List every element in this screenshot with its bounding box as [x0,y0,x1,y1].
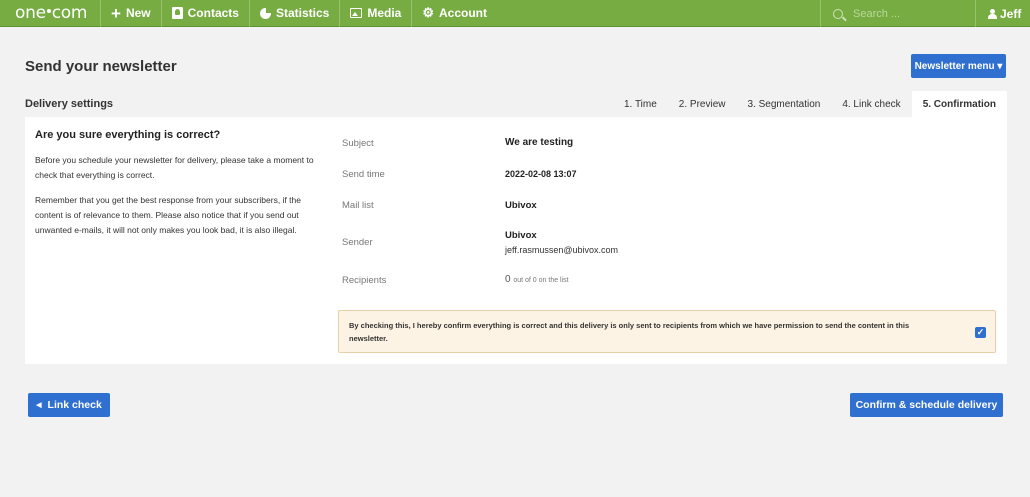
sender-email: jeff.rasmussen@ubivox.com [505,245,619,255]
confirmation-text: By checking this, I hereby confirm every… [349,321,910,343]
section-label: Delivery settings [25,98,114,110]
nav-label: Media [367,6,402,20]
subject-label: Subject [342,138,374,149]
tab-time[interactable]: 1. Time [613,91,668,117]
confirmation-notice: By checking this, I hereby confirm every… [338,310,996,353]
nav-media[interactable]: Media [339,0,411,27]
intro-paragraph: Before you schedule your newsletter for … [35,155,314,180]
tab-preview[interactable]: 2. Preview [668,91,737,117]
sender-name: Ubivox [505,230,537,241]
confirm-schedule-button[interactable]: Confirm & schedule delivery [850,393,1003,417]
user-icon [988,9,997,19]
arrow-left-icon: ◀ [36,402,42,409]
back-link-check-button[interactable]: ◀ Link check [28,393,110,417]
recipients-label: Recipients [342,275,387,286]
nav-label: Statistics [275,6,330,20]
user-menu[interactable]: Jeff [975,0,1030,27]
page-title: Send your newsletter [25,58,177,75]
nav-contacts[interactable]: Contacts [160,0,249,27]
brand-logo[interactable]: one com [0,0,100,27]
confirmation-panel: Are you sure everything is correct? Befo… [25,117,1007,364]
intro-heading: Are you sure everything is correct? [35,129,221,141]
account-icon: ⚙ [422,5,434,20]
recipients-value: 0 out of 0 on the list [505,274,569,285]
sender-label: Sender [342,237,373,248]
brand-text: one com [15,2,88,23]
contacts-icon [171,7,183,19]
search-input[interactable] [853,7,953,20]
top-nav-bar: one com + New Contacts Statistics Media ⚙ A… [0,0,1030,27]
media-icon [350,8,363,18]
tab-link-check[interactable]: 4. Link check [831,91,911,117]
confirm-checkbox[interactable]: ✓ [975,327,986,338]
mail-list-value: Ubivox [505,200,537,211]
nav-label: Contacts [187,6,239,20]
subject-value: We are testing [505,137,574,148]
intro-paragraph: Remember that you get the best response … [35,195,301,235]
send-time-value: 2022-02-08 13:07 [505,169,577,179]
recipients-total: out of 0 on the list [513,277,569,284]
mail-list-label: Mail list [342,200,374,211]
checkmark-icon: ✓ [976,327,985,337]
nav-account[interactable]: ⚙ Account [411,0,497,27]
back-label: Link check [47,399,102,411]
search-icon [833,8,843,19]
search-box [820,0,970,27]
statistics-icon [259,7,271,19]
tab-confirmation[interactable]: 5. Confirmation [911,91,1008,117]
plus-icon: + [111,3,121,23]
nav-label: Account [439,6,487,20]
intro-section: Are you sure everything is correct? Befo… [35,129,320,248]
tab-segmentation[interactable]: 3. Segmentation [736,91,831,117]
nav-new[interactable]: + New [100,0,161,27]
recipients-count: 0 [505,274,511,285]
nav-statistics[interactable]: Statistics [248,0,339,27]
nav-label: New [125,6,151,20]
newsletter-menu-button[interactable]: Newsletter menu ▾ [911,54,1006,78]
step-tabs: 1. Time 2. Preview 3. Segmentation 4. Li… [613,91,1008,117]
user-name: Jeff [1000,6,1022,21]
send-time-label: Send time [342,169,385,180]
